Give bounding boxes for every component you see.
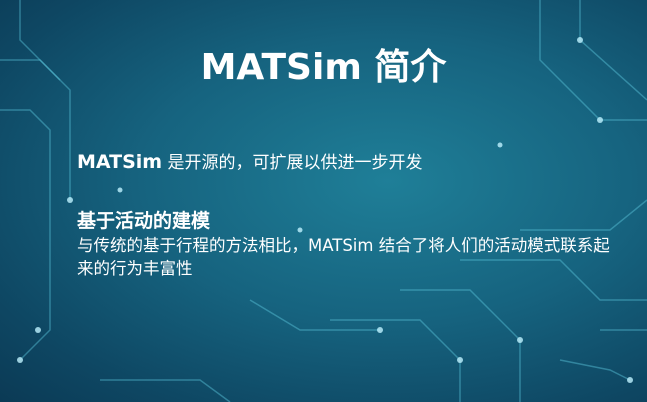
open-source-text: 是开源的，可扩展以供进一步开发 (162, 153, 423, 173)
slide: MATSim 简介 MATSim 是开源的，可扩展以供进一步开发 基于活动的建模… (0, 0, 647, 402)
section-paragraph: 与传统的基于行程的方法相比，MATSim 结合了将人们的活动模式联系起来的行为丰… (77, 236, 610, 278)
section-heading: 基于活动的建模 (77, 210, 211, 232)
bullet-open-source: MATSim 是开源的，可扩展以供进一步开发 (77, 148, 423, 173)
matsim-label: MATSim (77, 151, 163, 173)
slide-title: MATSim 简介 (200, 47, 447, 88)
